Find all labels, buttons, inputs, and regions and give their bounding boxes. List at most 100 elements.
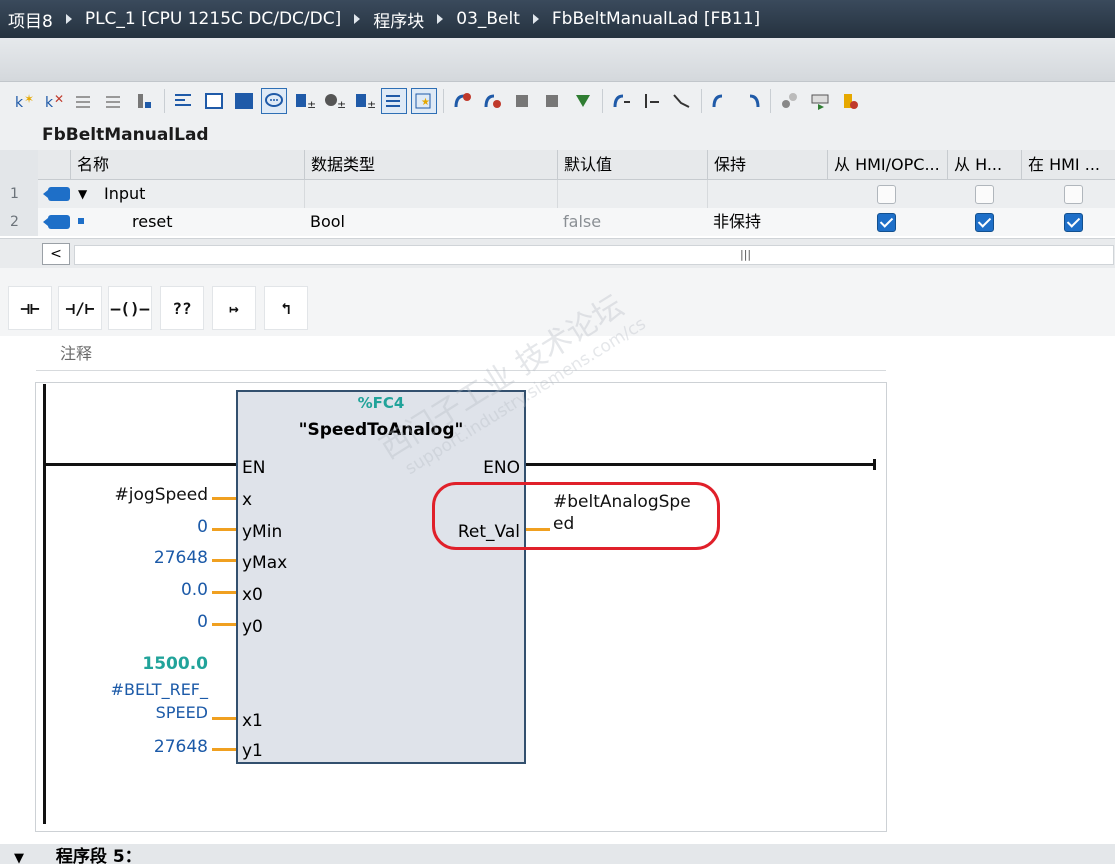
breadcrumb-plc[interactable]: PLC_1 [CPU 1215C DC/DC/DC]: [85, 9, 341, 29]
align-left-icon[interactable]: [171, 88, 197, 114]
operand-ymax[interactable]: 27648: [60, 548, 208, 568]
scroll-grip[interactable]: |||: [740, 248, 751, 261]
network-comment[interactable]: 注释: [60, 340, 92, 364]
simulation-icon[interactable]: [807, 88, 833, 114]
parameter-name[interactable]: reset: [132, 208, 173, 236]
pin-connector: [212, 717, 236, 720]
input-section-icon: [43, 187, 70, 201]
operand-x[interactable]: #jogSpeed: [60, 485, 208, 505]
column-header-retain[interactable]: 保持: [707, 150, 827, 180]
expand-toggle-icon[interactable]: ▼: [78, 180, 87, 208]
block-name[interactable]: "SpeedToAnalog": [238, 420, 524, 440]
operand-x1-tag[interactable]: #BELT_REF_: [60, 680, 208, 699]
highlight-annotation: [432, 482, 720, 550]
breadcrumb-folder[interactable]: 程序块: [373, 7, 424, 32]
eno-wire: [524, 463, 876, 466]
column-header-hmi-access[interactable]: 从 HMI/OPC...: [827, 150, 947, 180]
hmi-access-checkbox[interactable]: [877, 213, 896, 232]
operand-ymin[interactable]: 0: [60, 517, 208, 537]
open-block-icon[interactable]: [708, 88, 734, 114]
block-call-icon[interactable]: [132, 88, 158, 114]
tag-info-icon[interactable]: ±: [321, 88, 347, 114]
svg-text:±: ±: [337, 98, 345, 111]
parameter-datatype[interactable]: Bool: [310, 208, 345, 236]
jump-to-error-icon[interactable]: [450, 88, 476, 114]
download-icon[interactable]: [570, 88, 596, 114]
cross-reference-icon[interactable]: [777, 88, 803, 114]
scroll-track[interactable]: [74, 245, 1114, 265]
scroll-left-button[interactable]: <: [42, 243, 70, 265]
column-header-name[interactable]: 名称: [70, 150, 304, 180]
collapse-networks-icon[interactable]: [201, 88, 227, 114]
breadcrumb-separator-icon: [437, 14, 444, 24]
breadcrumb-block[interactable]: FbBeltManualLad [FB11]: [552, 9, 760, 29]
column-header-hmi-writable[interactable]: 从 H...: [947, 150, 1021, 180]
wire-end: [873, 459, 876, 470]
expand-networks-icon[interactable]: [231, 88, 257, 114]
breadcrumb-separator-icon: [532, 14, 539, 24]
empty-box-icon[interactable]: ??: [160, 286, 204, 330]
block-properties-icon[interactable]: [837, 88, 863, 114]
power-rail: [43, 384, 46, 824]
operand-y1[interactable]: 27648: [60, 737, 208, 757]
hmi-writable-checkbox[interactable]: [975, 213, 994, 232]
nc-contact-icon[interactable]: ⊣/⊢: [58, 286, 102, 330]
operand-y0[interactable]: 0: [60, 612, 208, 632]
network-title[interactable]: 程序段 5：: [56, 847, 142, 864]
insert-row-icon[interactable]: [72, 88, 98, 114]
compare-icon[interactable]: [510, 88, 536, 114]
pin-x0: x0: [242, 585, 263, 605]
add-row-icon[interactable]: [102, 88, 128, 114]
cell-divider: [304, 180, 305, 208]
toolbar-separator: [770, 89, 771, 113]
svg-text:k: k: [15, 95, 24, 111]
breadcrumb-subfolder[interactable]: 03_Belt: [456, 9, 520, 29]
close-branch-icon[interactable]: ↰: [264, 286, 308, 330]
interface-row[interactable]: 2 reset Bool false 非保持: [0, 208, 1115, 236]
collapse-network-icon[interactable]: ▼: [14, 851, 24, 864]
absolute-operands-icon[interactable]: ±: [291, 88, 317, 114]
monitor-icon[interactable]: [540, 88, 566, 114]
column-header-default[interactable]: 默认值: [557, 150, 707, 180]
parameter-retain[interactable]: 非保持: [713, 208, 761, 236]
input-parameter-icon: [43, 215, 70, 229]
operand-x1-value: 1500.0: [142, 654, 208, 674]
favorites-icon[interactable]: [381, 88, 407, 114]
next-network-header[interactable]: ▼ 程序段 5：: [0, 844, 1115, 864]
clear-errors-icon[interactable]: [480, 88, 506, 114]
operand-x1-tag-cont[interactable]: SPEED: [60, 703, 208, 722]
interface-scrollbar[interactable]: < |||: [0, 238, 1115, 268]
close-block-icon[interactable]: [738, 88, 764, 114]
pin-connector: [212, 623, 236, 626]
svg-text:±: ±: [307, 98, 315, 111]
breadcrumb-project[interactable]: 项目8: [8, 7, 53, 32]
operand-x0[interactable]: 0.0: [60, 580, 208, 600]
column-header-hmi-visible[interactable]: 在 HMI ...: [1021, 150, 1115, 180]
modify-icon[interactable]: [669, 88, 695, 114]
coil-icon[interactable]: –()–: [108, 286, 152, 330]
status-bits-icon[interactable]: [639, 88, 665, 114]
pin-connector: [212, 497, 236, 500]
editor-header-strip: [0, 38, 1115, 82]
hmi-visible-checkbox[interactable]: [1064, 185, 1083, 204]
pin-connector: [212, 559, 236, 562]
column-header-datatype[interactable]: 数据类型: [304, 150, 557, 180]
go-online-icon[interactable]: [609, 88, 635, 114]
section-name[interactable]: Input: [104, 180, 145, 208]
tag-table-icon[interactable]: ★: [411, 88, 437, 114]
cell-divider: [557, 180, 558, 208]
insert-network-icon[interactable]: k ✶: [12, 88, 38, 114]
delete-network-icon[interactable]: k ✕: [42, 88, 68, 114]
parameter-default[interactable]: false: [563, 208, 601, 236]
zoom-networks-icon[interactable]: ±: [351, 88, 377, 114]
no-contact-icon[interactable]: ⊣⊢: [8, 286, 52, 330]
network-comments-icon[interactable]: [261, 88, 287, 114]
pin-y1: y1: [242, 741, 263, 761]
hmi-access-checkbox[interactable]: [877, 185, 896, 204]
toolbar-separator: [443, 89, 444, 113]
function-block-speedtoanalog[interactable]: %FC4 "SpeedToAnalog" EN ENO x yMin yMax …: [236, 390, 526, 764]
open-branch-icon[interactable]: ↦: [212, 286, 256, 330]
interface-row[interactable]: 1 ▼ Input: [0, 180, 1115, 208]
hmi-writable-checkbox[interactable]: [975, 185, 994, 204]
hmi-visible-checkbox[interactable]: [1064, 213, 1083, 232]
